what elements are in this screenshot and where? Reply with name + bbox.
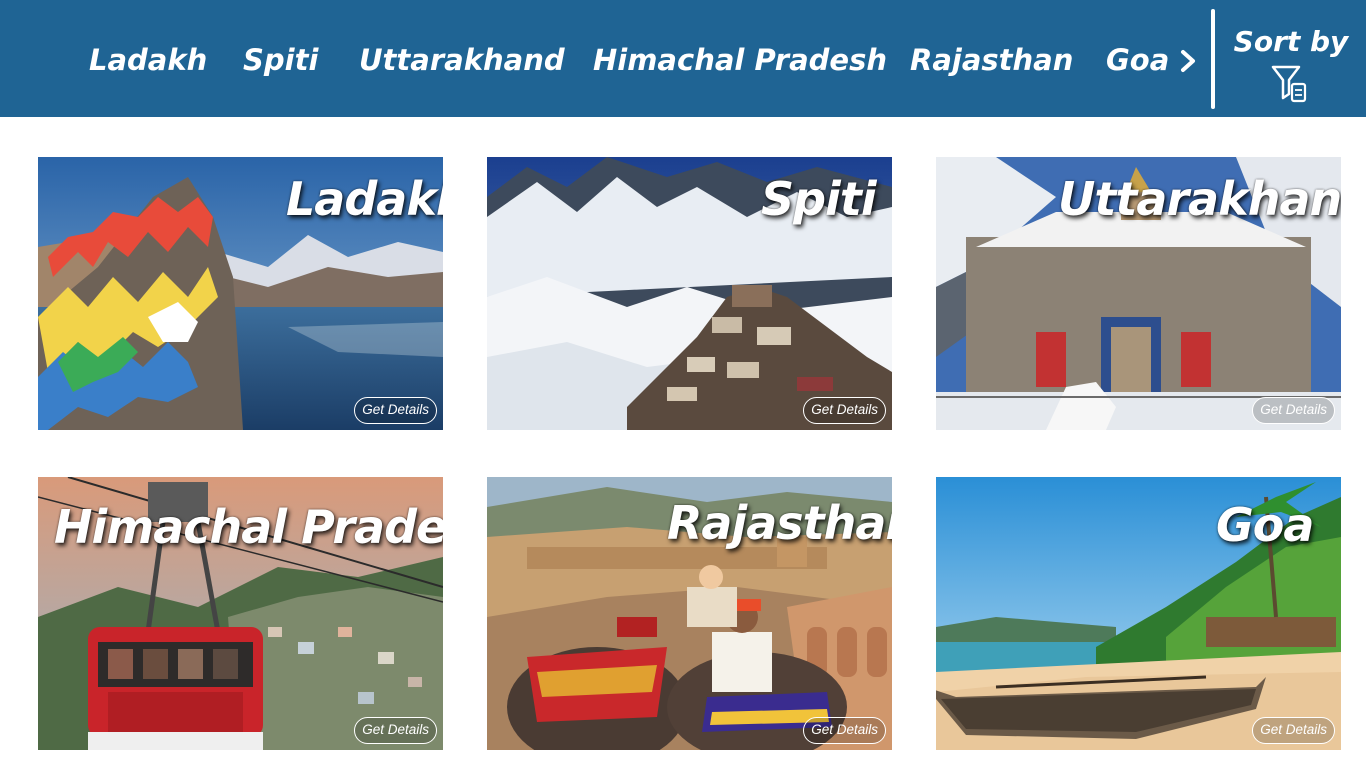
card-title: Ladakh — [286, 172, 443, 226]
card-title: Spiti — [761, 172, 877, 226]
get-details-button[interactable]: Get Details — [1252, 397, 1335, 424]
card-title: Uttarakhand — [1058, 172, 1341, 226]
destination-card-ladakh[interactable]: Ladakh Get Details — [38, 157, 443, 430]
destination-card-spiti[interactable]: Spiti Get Details — [487, 157, 892, 430]
destination-card-himachal-pradesh[interactable]: Himachal Pradesh Get Details — [38, 477, 443, 750]
get-details-button[interactable]: Get Details — [354, 717, 437, 744]
destination-card-goa[interactable]: Goa Get Details — [936, 477, 1341, 750]
destination-card-rajasthan[interactable]: Rajasthan Get Details — [487, 477, 892, 750]
nav-item-spiti[interactable]: Spiti — [243, 40, 318, 80]
card-title: Rajasthan — [667, 496, 892, 550]
destination-nav-bar: Ladakh Spiti Uttarakhand Himachal Prades… — [0, 0, 1366, 117]
card-title: Goa — [1216, 498, 1314, 552]
get-details-button[interactable]: Get Details — [354, 397, 437, 424]
get-details-button[interactable]: Get Details — [803, 397, 886, 424]
sort-by-label[interactable]: Sort by — [1226, 22, 1356, 62]
nav-item-goa[interactable]: Goa — [1106, 40, 1169, 80]
nav-item-himachal-pradesh[interactable]: Himachal Pradesh — [593, 40, 887, 80]
destination-card-uttarakhand[interactable]: Uttarakhand Get Details — [936, 157, 1341, 430]
filter-icon[interactable] — [1270, 64, 1310, 104]
get-details-button[interactable]: Get Details — [803, 717, 886, 744]
get-details-button[interactable]: Get Details — [1252, 717, 1335, 744]
chevron-right-icon[interactable] — [1177, 48, 1199, 74]
nav-item-ladakh[interactable]: Ladakh — [89, 40, 207, 80]
nav-item-uttarakhand[interactable]: Uttarakhand — [359, 40, 565, 80]
nav-divider — [1211, 9, 1215, 109]
nav-item-rajasthan[interactable]: Rajasthan — [910, 40, 1073, 80]
card-title: Himachal Pradesh — [54, 500, 443, 554]
